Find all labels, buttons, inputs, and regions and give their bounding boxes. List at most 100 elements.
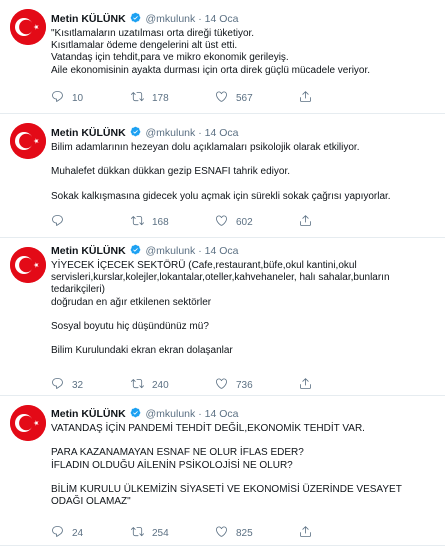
tweet-actions: 168 602 [51,214,391,230]
tweet-text: Bilim adamlarının hezeyan dolu açıklamal… [51,142,437,203]
share-icon [300,215,311,226]
tweet-text-line: Kısıtlamalar ödeme dengelerini alt üst e… [51,40,238,52]
share-button[interactable] [299,90,320,106]
tweet-text-line: "Kısıtlamaların uzatılması orta direği t… [51,28,255,39]
heart-icon [216,378,227,389]
tweet-text-line: YİYECEK İÇECEK SEKTÖRÜ (Cafe,restaurant,… [51,260,357,271]
retweet-button[interactable]: 254 [131,525,169,541]
author-handle[interactable]: @mkulunk [146,408,196,420]
author-handle[interactable]: @mkulunk [146,245,196,257]
author-name[interactable]: Metin KÜLÜNK [51,13,126,25]
tweet-timestamp[interactable]: 14 Oca [205,127,239,139]
tweet-text-line: servisleri,kurslar,kolejler,lokantalar,o… [51,272,390,284]
retweet-icon [131,92,144,102]
reply-icon [52,91,63,102]
author-name[interactable]: Metin KÜLÜNK [51,408,126,420]
retweet-button[interactable]: 240 [131,377,169,393]
tweet-text-line: Bilim adamlarının hezeyan dolu açıklamal… [51,142,360,153]
avatar[interactable] [10,123,46,159]
tweet-text-line: Sosyal boyutu hiç düşündünüz mü? [51,321,209,332]
retweet-count: 240 [152,380,169,391]
separator-dot: · [198,13,202,25]
turkish-flag-avatar-icon [10,9,46,45]
tweet-timestamp[interactable]: 14 Oca [205,245,239,257]
tweet[interactable]: Metin KÜLÜNK @mkulunk · 14 Oca YİYECEK İ… [0,238,445,396]
share-icon [300,526,311,537]
verified-badge-icon [130,244,140,255]
separator-dot: · [198,245,202,257]
tweet-text-line: PARA KAZANAMAYAN ESNAF NE OLUR İFLAS EDE… [51,447,304,459]
share-button[interactable] [299,377,320,393]
tweet-text-line: Sokak kalkışmasına gidecek yolu açmak iç… [51,190,391,202]
tweet-text-line: Bilim Kurulundaki ekran ekran dolaşanlar [51,345,233,357]
share-icon [300,91,311,102]
share-button[interactable] [299,525,320,541]
tweet-timestamp[interactable]: 14 Oca [205,408,239,420]
tweet[interactable]: Metin KÜLÜNK @mkulunk · 14 Oca Bilim ada… [0,114,445,238]
tweet-text-line: Vatandaş için tehdit,para ve mikro ekono… [51,52,289,64]
separator-dot: · [198,408,202,420]
tweet[interactable]: Metin KÜLÜNK @mkulunk · 14 Oca "Kısıtlam… [0,0,445,114]
tweet-timestamp[interactable]: 14 Oca [205,13,239,25]
heart-icon [216,215,227,226]
verified-badge-icon [130,407,140,418]
tweet-text-line: Muhalefet dükkan dükkan gezip ESNAFI tah… [51,166,291,178]
tweet-header: Metin KÜLÜNK @mkulunk · 14 Oca [51,406,437,422]
retweet-button[interactable]: 178 [131,90,169,106]
reply-count: 24 [72,528,84,539]
tweet-content: Metin KÜLÜNK @mkulunk · 14 Oca YİYECEK İ… [51,243,437,358]
verified-badge-icon [130,126,140,137]
tweet-actions: 32 240 736 [51,377,391,393]
tweet-text-line: BİLİM KURULU ÜLKEMİZİN SİYASETİ VE EKONO… [51,483,402,495]
tweet-content: Metin KÜLÜNK @mkulunk · 14 Oca "Kısıtlam… [51,11,437,77]
like-button[interactable]: 825 [215,525,253,541]
tweet-header: Metin KÜLÜNK @mkulunk · 14 Oca [51,243,437,259]
tweet-text-line: İFLADIN OLDUĞU AİLENİN PSİKOLOJİSİ NE OL… [51,459,293,471]
reply-button[interactable]: 10 [51,90,83,106]
retweet-button[interactable]: 168 [131,214,169,230]
tweet-text-line: tedarikçileri) [51,284,105,296]
like-button[interactable]: 736 [215,377,253,393]
avatar[interactable] [10,405,46,441]
author-handle[interactable]: @mkulunk [146,13,196,25]
retweet-icon [131,527,144,537]
reply-button[interactable]: 24 [51,525,83,541]
reply-icon [52,215,63,226]
author-handle[interactable]: @mkulunk [146,127,196,139]
tweet-timeline: Metin KÜLÜNK @mkulunk · 14 Oca "Kısıtlam… [0,0,445,546]
like-count: 736 [236,380,253,391]
reply-count: 10 [72,93,84,104]
tweet-actions: 24 254 825 [51,525,391,541]
reply-button[interactable]: 32 [51,377,83,393]
like-count: 825 [236,528,253,539]
tweet-text: YİYECEK İÇECEK SEKTÖRÜ (Cafe,restaurant,… [51,260,437,358]
verified-badge-icon [130,12,140,23]
tweet-text-line: ODAĞI OLAMAZ" [51,496,131,508]
avatar[interactable] [10,9,46,45]
tweet-text-line: Aile ekonomisinin ayakta durması için or… [51,64,371,76]
turkish-flag-avatar-icon [10,405,46,441]
like-button[interactable]: 602 [215,214,253,230]
like-button[interactable]: 567 [215,90,253,106]
retweet-icon [131,216,144,226]
tweet-text-line: VATANDAŞ İÇİN PANDEMİ TEHDİT DEĞİL,EKONO… [51,423,365,434]
avatar[interactable] [10,247,46,283]
author-name[interactable]: Metin KÜLÜNK [51,127,126,139]
share-icon [300,378,311,389]
reply-icon [52,526,63,537]
share-button[interactable] [299,214,320,230]
reply-button[interactable] [51,214,72,230]
tweet-header: Metin KÜLÜNK @mkulunk · 14 Oca [51,125,437,141]
turkish-flag-avatar-icon [10,247,46,283]
turkish-flag-avatar-icon [10,123,46,159]
tweet-content: Metin KÜLÜNK @mkulunk · 14 Oca Bilim ada… [51,125,437,203]
tweet-text-line: doğrudan en ağır etkilenen sektörler [51,296,212,308]
tweet[interactable]: Metin KÜLÜNK @mkulunk · 14 Oca VATANDAŞ … [0,396,445,546]
author-name[interactable]: Metin KÜLÜNK [51,245,126,257]
like-count: 567 [236,93,253,104]
retweet-count: 254 [152,528,169,539]
